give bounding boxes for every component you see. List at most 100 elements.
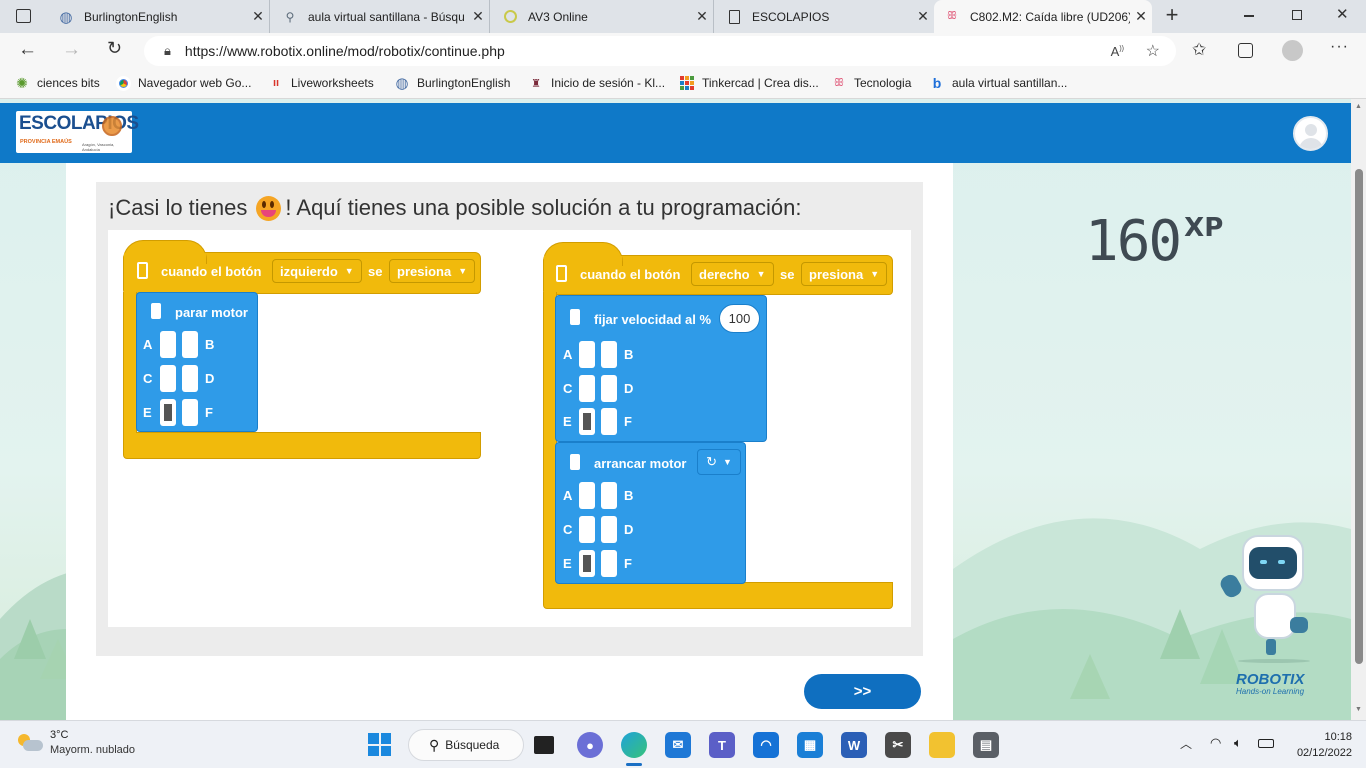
tab-escolapios[interactable]: ESCOLAPIOS ✕ (716, 0, 934, 33)
weather-widget[interactable]: 3°C Mayorm. nublado (18, 728, 135, 758)
page-viewport: ESCOLAPIOS PROVINCIA EMAÚS Aragón, Vasco… (0, 99, 1351, 720)
tab-santillana-search[interactable]: ⚲ aula virtual santillana - Búsqu ✕ (272, 0, 490, 33)
bookmark-label: BurlingtonEnglish (417, 76, 511, 90)
robotix-mascot (1217, 535, 1318, 665)
show-hidden-icons[interactable]: ︿ (1180, 735, 1192, 752)
close-tab-icon[interactable]: ✕ (912, 8, 934, 25)
stop-motor-block[interactable]: parar motor A B C D E F (136, 292, 258, 432)
refresh-button[interactable]: ↻ (107, 38, 122, 59)
bookmark-ciences-bits[interactable]: ✺ ciences bits (14, 75, 100, 91)
next-button[interactable]: >> (804, 674, 921, 709)
add-favorite-icon[interactable]: ☆ (1146, 41, 1160, 61)
bookmark-tinkercad[interactable]: Tinkercad | Crea dis... (679, 75, 819, 91)
bookmark-kl[interactable]: ♜ Inicio de sesión - Kl... (528, 75, 665, 91)
bookmark-santillana[interactable]: b aula virtual santillan... (929, 75, 1068, 91)
set-speed-block[interactable]: fijar velocidad al % 100 A B C D E F (555, 295, 767, 442)
mail-icon[interactable]: ✉ (665, 732, 691, 758)
port-e-toggle[interactable] (160, 399, 176, 426)
set-speed-label: fijar velocidad al % (594, 312, 712, 327)
close-tab-icon[interactable]: ✕ (467, 8, 489, 25)
user-avatar[interactable] (1293, 116, 1328, 151)
start-button[interactable] (368, 733, 391, 756)
port-f-toggle[interactable] (601, 550, 617, 577)
bookmark-tecnologia[interactable]: ꕥ Tecnologia (831, 75, 911, 91)
escolapios-logo[interactable]: ESCOLAPIOS PROVINCIA EMAÚS Aragón, Vasco… (16, 111, 139, 153)
app-icon[interactable]: ◠ (753, 732, 779, 758)
tab-title: AV3 Online (528, 9, 588, 24)
close-tab-icon[interactable]: ✕ (1130, 8, 1152, 25)
speed-value-input[interactable]: 100 (719, 304, 760, 333)
chrome-icon (115, 75, 131, 91)
port-a-toggle[interactable] (160, 331, 176, 358)
teams-icon[interactable]: T (709, 732, 735, 758)
robotix-icon: ꕥ (833, 76, 845, 89)
port-f-toggle[interactable] (182, 399, 198, 426)
minimize-button[interactable] (1244, 15, 1254, 17)
tab-burlington[interactable]: ◍ BurlingtonEnglish ✕ (48, 0, 270, 33)
edge-active-indicator (626, 763, 642, 766)
bookmark-liveworksheets[interactable]: ıı Liveworksheets (268, 75, 374, 91)
port-c-toggle[interactable] (579, 375, 595, 402)
restore-button[interactable] (1292, 10, 1302, 20)
weather-temp: 3°C (50, 729, 69, 741)
bookmarks-bar: ✺ ciences bits Navegador web Go... ıı Live… (0, 70, 1366, 99)
button-dropdown[interactable]: derecho ▼ (691, 262, 774, 286)
close-tab-icon[interactable]: ✕ (691, 8, 713, 25)
new-tab-button[interactable]: + (1160, 3, 1184, 27)
close-tab-icon[interactable]: ✕ (247, 8, 269, 25)
edge-icon[interactable] (621, 732, 647, 758)
back-button[interactable]: ← (18, 39, 37, 61)
port-f-toggle[interactable] (601, 408, 617, 435)
cloud-sun-icon (18, 732, 44, 754)
bookmark-chrome[interactable]: Navegador web Go... (115, 75, 251, 91)
calculator-icon[interactable]: ▤ (973, 732, 999, 758)
wifi-icon[interactable]: ◠ (1210, 735, 1221, 751)
clock[interactable]: 10:18 02/12/2022 (1286, 729, 1352, 761)
battery-icon[interactable] (1258, 739, 1274, 748)
port-b-toggle[interactable] (601, 482, 617, 509)
forward-button[interactable]: → (62, 39, 81, 61)
port-label-f: F (624, 414, 632, 429)
url-field[interactable]: 🔒︎ https://www.robotix.online/mod/roboti… (144, 36, 1176, 66)
chat-icon[interactable]: ● (577, 732, 603, 758)
page-scrollbar[interactable]: ▲ ▼ (1351, 99, 1366, 720)
file-explorer-icon[interactable] (929, 732, 955, 758)
close-window-button[interactable]: ✕ (1336, 5, 1349, 23)
button-dropdown[interactable]: izquierdo ▼ (272, 259, 362, 283)
read-aloud-icon[interactable]: A)) (1111, 44, 1124, 59)
port-e-toggle[interactable] (579, 408, 595, 435)
task-view-icon[interactable] (534, 736, 554, 754)
port-b-toggle[interactable] (601, 341, 617, 368)
button-value: izquierdo (280, 263, 338, 279)
action-dropdown[interactable]: presiona ▼ (389, 259, 476, 283)
collections-icon[interactable] (1238, 43, 1253, 58)
tab-actions-icon[interactable] (16, 9, 31, 23)
action-dropdown[interactable]: presiona ▼ (801, 262, 888, 286)
more-menu-icon[interactable]: ··· (1330, 38, 1349, 56)
port-a-toggle[interactable] (579, 482, 595, 509)
store-icon[interactable]: ▦ (797, 732, 823, 758)
scrollbar-thumb[interactable] (1355, 169, 1363, 664)
tab-av3[interactable]: AV3 Online ✕ (492, 0, 714, 33)
volume-muted-icon[interactable]: 🔈︎ (1234, 735, 1242, 751)
port-label-b: B (205, 337, 215, 352)
snipping-icon[interactable]: ✂ (885, 732, 911, 758)
tab-robotix-active[interactable]: ꕥ C802.M2: Caída libre (UD206) ✕ (934, 0, 1152, 33)
profile-avatar[interactable] (1282, 40, 1303, 61)
bookmark-burlington[interactable]: ◍ BurlingtonEnglish (394, 75, 511, 92)
port-d-toggle[interactable] (182, 365, 198, 392)
port-e-toggle[interactable] (579, 550, 595, 577)
port-d-toggle[interactable] (601, 375, 617, 402)
taskbar-search[interactable]: ⚲ Búsqueda (408, 729, 524, 761)
direction-dropdown[interactable]: ↻ ▼ (697, 449, 741, 475)
word-icon[interactable]: W (841, 732, 867, 758)
smiley-emoji-icon (256, 195, 282, 221)
bookmark-label: Inicio de sesión - Kl... (551, 76, 666, 90)
port-c-toggle[interactable] (579, 516, 595, 543)
port-c-toggle[interactable] (160, 365, 176, 392)
start-motor-block[interactable]: arrancar motor ↻ ▼ A B C D E F (555, 442, 746, 584)
port-d-toggle[interactable] (601, 516, 617, 543)
port-b-toggle[interactable] (182, 331, 198, 358)
port-a-toggle[interactable] (579, 341, 595, 368)
favorites-icon[interactable]: ✩ (1192, 40, 1206, 60)
